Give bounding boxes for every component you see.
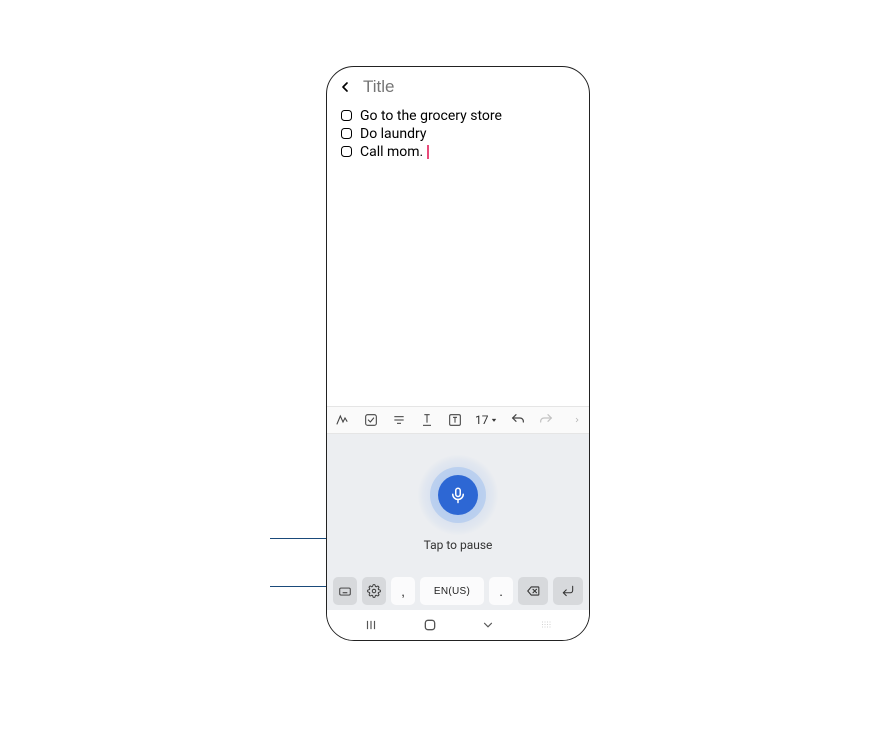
chevron-right-icon[interactable] (573, 413, 581, 427)
checklist-icon[interactable] (363, 412, 379, 428)
enter-key[interactable] (553, 577, 583, 605)
title-input[interactable] (363, 77, 584, 97)
nav-recents[interactable] (362, 618, 380, 632)
checkbox-icon[interactable] (341, 146, 352, 157)
back-button[interactable] (337, 79, 353, 95)
mic-icon (449, 486, 467, 504)
todo-text: Do laundry (360, 125, 427, 143)
gear-icon (367, 584, 381, 598)
checkbox-icon[interactable] (341, 110, 352, 121)
mic-button[interactable] (438, 475, 478, 515)
note-header (327, 67, 589, 103)
note-body[interactable]: Go to the grocery store Do laundry Call … (327, 103, 589, 406)
todo-item: Call mom. (341, 143, 575, 161)
format-toolbar: 17 (327, 406, 589, 434)
undo-icon[interactable] (510, 412, 526, 428)
font-size-selector[interactable]: 17 (475, 413, 498, 427)
redo-icon (538, 412, 554, 428)
text-style-icon[interactable] (391, 412, 407, 428)
text-box-icon[interactable] (447, 412, 463, 428)
system-navbar (327, 610, 589, 640)
voice-input-panel: Tap to pause (327, 434, 589, 572)
nav-back[interactable] (480, 618, 496, 632)
keyboard-hide-icon[interactable] (538, 619, 554, 631)
todo-text: Go to the grocery store (360, 107, 502, 125)
keyboard-icon (338, 584, 352, 598)
comma-key[interactable]: , (391, 577, 415, 605)
keyboard-switch-button[interactable] (333, 577, 357, 605)
checkbox-icon[interactable] (341, 128, 352, 139)
settings-button[interactable] (362, 577, 386, 605)
backspace-icon (525, 584, 541, 598)
phone-frame: Go to the grocery store Do laundry Call … (326, 66, 590, 641)
todo-item: Do laundry (341, 125, 575, 143)
enter-icon (560, 584, 576, 598)
font-size-value: 17 (475, 413, 489, 427)
text-underline-icon[interactable] (419, 412, 435, 428)
language-key[interactable]: EN(US) (420, 577, 484, 605)
backspace-key[interactable] (518, 577, 548, 605)
mic-container (417, 454, 499, 536)
voice-status-label: Tap to pause (424, 538, 493, 552)
keyboard-row: , EN(US) . (327, 572, 589, 610)
text-cursor (427, 145, 429, 159)
period-key[interactable]: . (489, 577, 513, 605)
todo-item: Go to the grocery store (341, 107, 575, 125)
handwriting-icon[interactable] (335, 412, 351, 428)
todo-text: Call mom. (360, 144, 423, 160)
nav-home[interactable] (422, 617, 438, 633)
